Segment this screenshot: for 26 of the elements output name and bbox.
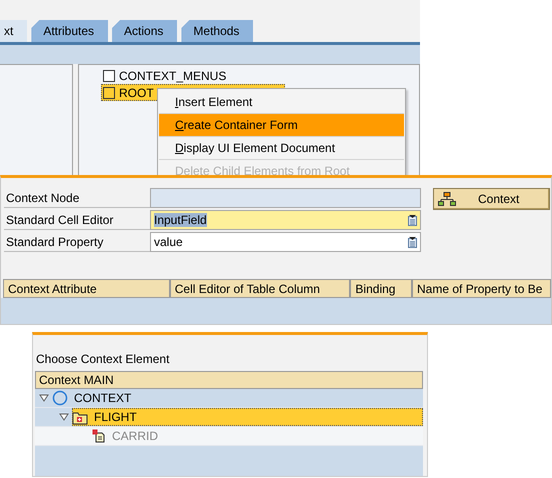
menu-item[interactable]: Create Container Form xyxy=(159,114,404,137)
column-header[interactable]: Name of Property to Be xyxy=(412,279,551,298)
folder-icon xyxy=(72,410,88,424)
tree-item[interactable]: CONTEXT_MENUS xyxy=(101,67,228,84)
column-header[interactable]: Context Attribute xyxy=(3,279,170,298)
hierarchy-icon xyxy=(438,192,456,206)
input-field[interactable]: InputField xyxy=(150,210,421,230)
circle-icon xyxy=(52,390,68,406)
tab[interactable]: Methods xyxy=(181,20,254,42)
value-help-icon[interactable] xyxy=(408,214,417,226)
column-header[interactable]: Binding xyxy=(350,279,412,298)
context-button[interactable]: Context xyxy=(433,188,550,210)
menu-item[interactable]: Display UI Element Document xyxy=(159,137,404,160)
tree-node[interactable]: CONTEXT xyxy=(71,390,134,406)
tab[interactable]: Attributes xyxy=(31,20,108,42)
tree-node[interactable]: FLIGHT xyxy=(91,409,140,425)
input-field[interactable]: value xyxy=(150,232,421,252)
value-help-icon[interactable] xyxy=(408,236,417,248)
dialog-title: Choose Context Element xyxy=(35,351,170,368)
tab[interactable]: xt xyxy=(0,20,28,42)
column-header[interactable]: Cell Editor of Table Column xyxy=(170,279,350,298)
tree-header: Context MAIN xyxy=(35,371,423,389)
expand-triangle-icon[interactable] xyxy=(39,394,49,402)
tab[interactable]: Actions xyxy=(112,20,178,42)
attribute-icon xyxy=(92,429,106,443)
expand-triangle-icon[interactable] xyxy=(59,413,69,421)
